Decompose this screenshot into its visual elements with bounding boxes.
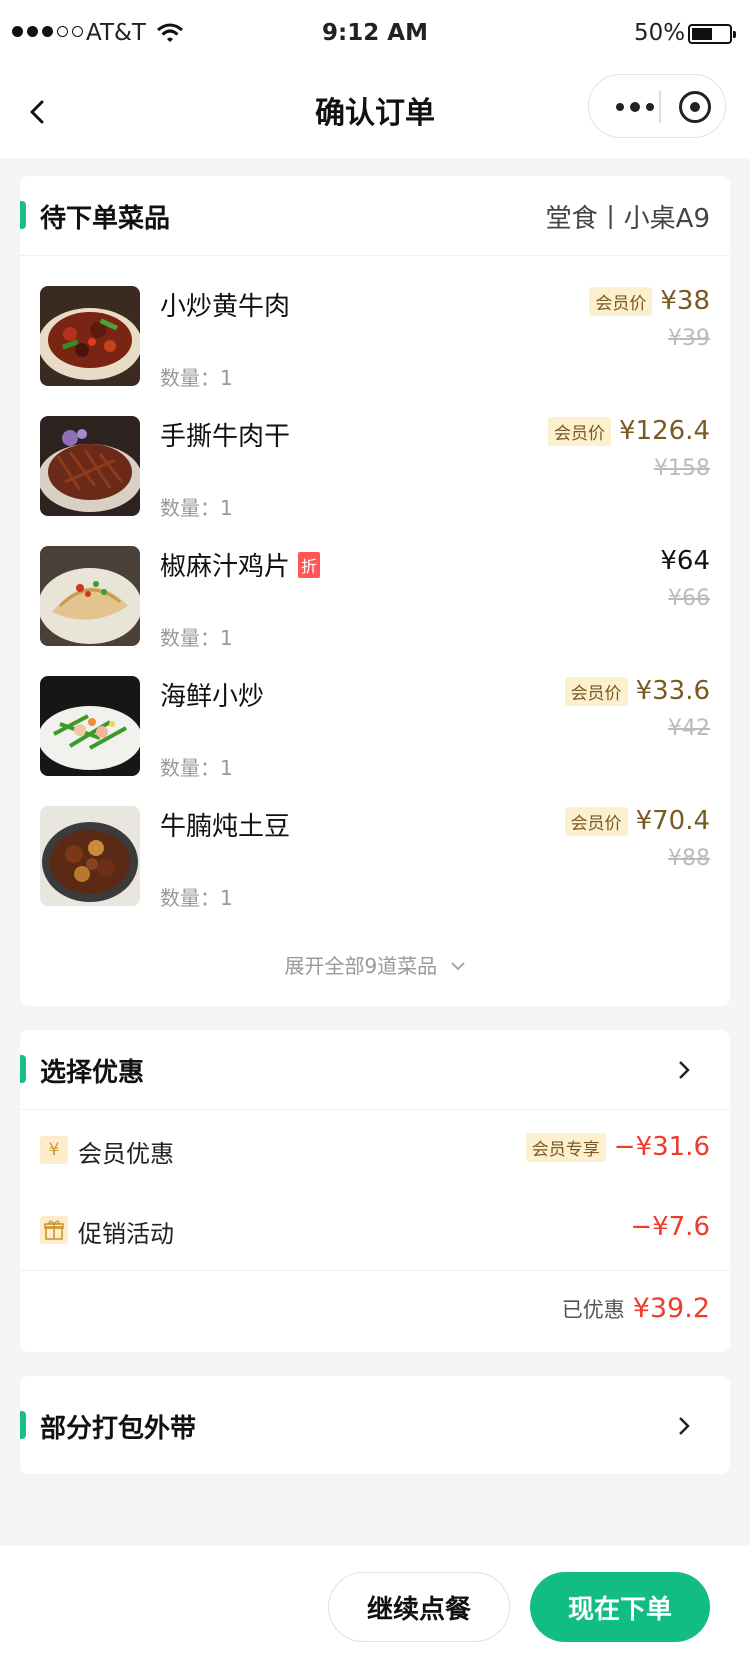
more-menu-button[interactable]	[603, 75, 667, 139]
discount-badge: 折	[298, 552, 321, 578]
yen-icon: ¥	[40, 1136, 68, 1164]
dish-price: ¥70.4	[635, 806, 710, 836]
section-accent-bar	[20, 1411, 26, 1439]
chevron-right-icon	[679, 1417, 690, 1435]
status-bar: AT&T 9:12 AM 50%	[0, 0, 750, 66]
dine-mode-label: 堂食丨小桌A9	[545, 204, 710, 234]
dish-original-price: ¥88	[668, 846, 710, 871]
takeaway-card-header: 部分打包外带	[20, 1376, 730, 1474]
member-discount-label: 会员优惠	[78, 1140, 174, 1168]
bottom-action-bar: 继续点餐 现在下单	[0, 1546, 750, 1666]
promotion-label: 促销活动	[78, 1220, 174, 1248]
dish-item[interactable]: 手撕牛肉干 会员价 ¥126.4 ¥158 数量：1	[40, 416, 710, 520]
battery-percent: 50%	[634, 20, 686, 46]
expand-all-dishes-link[interactable]: 展开全部9道菜品	[20, 950, 730, 979]
member-price-tag: 会员价	[548, 416, 612, 446]
order-card-title: 待下单菜品	[40, 204, 171, 234]
dish-image	[40, 546, 140, 646]
dish-item[interactable]: 小炒黄牛肉 会员价 ¥38 ¥39 数量：1	[40, 286, 710, 390]
close-miniprogram-button[interactable]	[667, 75, 723, 139]
section-accent-bar	[20, 1055, 26, 1083]
target-icon	[679, 91, 711, 123]
dish-image	[40, 286, 140, 386]
dish-quantity: 数量：1	[160, 626, 233, 650]
dish-price: ¥64	[660, 546, 710, 576]
dish-original-price: ¥42	[668, 716, 710, 741]
chevron-down-icon	[450, 962, 465, 971]
discount-card-header[interactable]: 选择优惠	[20, 1030, 730, 1110]
member-price-tag: 会员价	[564, 676, 628, 706]
place-order-button[interactable]: 现在下单	[530, 1572, 710, 1642]
discount-card-title: 选择优惠	[40, 1058, 145, 1088]
promotion-row: 促销活动 −¥7.6	[20, 1190, 730, 1270]
chevron-right-icon	[679, 1061, 690, 1079]
dish-image	[40, 416, 140, 516]
dish-name: 小炒黄牛肉	[160, 292, 291, 322]
dish-price: ¥38	[660, 286, 710, 316]
discount-total-row: 已优惠 ¥39.2	[20, 1270, 730, 1352]
dish-quantity: 数量：1	[160, 886, 233, 910]
section-accent-bar	[20, 201, 26, 229]
expand-label: 展开全部9道菜品	[284, 954, 438, 978]
order-card-header: 待下单菜品 堂食丨小桌A9	[20, 176, 730, 256]
dish-name: 手撕牛肉干	[160, 422, 291, 452]
dish-name: 海鲜小炒	[160, 682, 265, 712]
dish-original-price: ¥66	[668, 586, 710, 611]
member-discount-row: ¥ 会员优惠 会员专享 −¥31.6	[20, 1110, 730, 1190]
dish-original-price: ¥39	[668, 326, 710, 351]
dish-item[interactable]: 椒麻汁鸡片折 ¥64 ¥66 数量：1	[40, 546, 710, 650]
dish-original-price: ¥158	[654, 456, 710, 481]
capsule-divider	[659, 91, 661, 123]
member-price-tag: 会员价	[589, 286, 653, 316]
dish-item[interactable]: 牛腩炖土豆 会员价 ¥70.4 ¥88 数量：1	[40, 806, 710, 910]
dish-name: 牛腩炖土豆	[160, 812, 291, 842]
dish-image	[40, 676, 140, 776]
discount-card: 选择优惠 ¥ 会员优惠 会员专享 −¥31.6 促销活动 −¥7.6 已优惠 ¥…	[20, 1030, 730, 1352]
promotion-amount: −¥7.6	[630, 1212, 710, 1242]
dish-quantity: 数量：1	[160, 366, 233, 390]
partial-takeaway-card[interactable]: 部分打包外带	[20, 1376, 730, 1474]
dish-price: ¥126.4	[619, 416, 710, 446]
battery-icon	[688, 24, 736, 44]
member-discount-amount: −¥31.6	[613, 1132, 710, 1162]
continue-ordering-button[interactable]: 继续点餐	[328, 1572, 510, 1642]
order-dishes-card: 待下单菜品 堂食丨小桌A9 小炒黄牛肉 会员价 ¥38 ¥39 数量：1 手撕牛…	[20, 176, 730, 1006]
member-exclusive-tag: 会员专享	[525, 1132, 606, 1162]
dish-image	[40, 806, 140, 906]
dish-quantity: 数量：1	[160, 496, 233, 520]
saved-label: 已优惠	[561, 1298, 625, 1322]
dish-item[interactable]: 海鲜小炒 会员价 ¥33.6 ¥42 数量：1	[40, 676, 710, 780]
saved-amount: ¥39.2	[632, 1293, 710, 1324]
gift-icon	[40, 1216, 68, 1244]
miniprogram-capsule	[588, 74, 726, 138]
dish-price: ¥33.6	[635, 676, 710, 706]
takeaway-card-title: 部分打包外带	[40, 1414, 197, 1444]
member-price-tag: 会员价	[564, 806, 628, 836]
dish-quantity: 数量：1	[160, 756, 233, 780]
dish-name: 椒麻汁鸡片折	[160, 546, 321, 583]
nav-bar: 确认订单	[0, 66, 750, 158]
